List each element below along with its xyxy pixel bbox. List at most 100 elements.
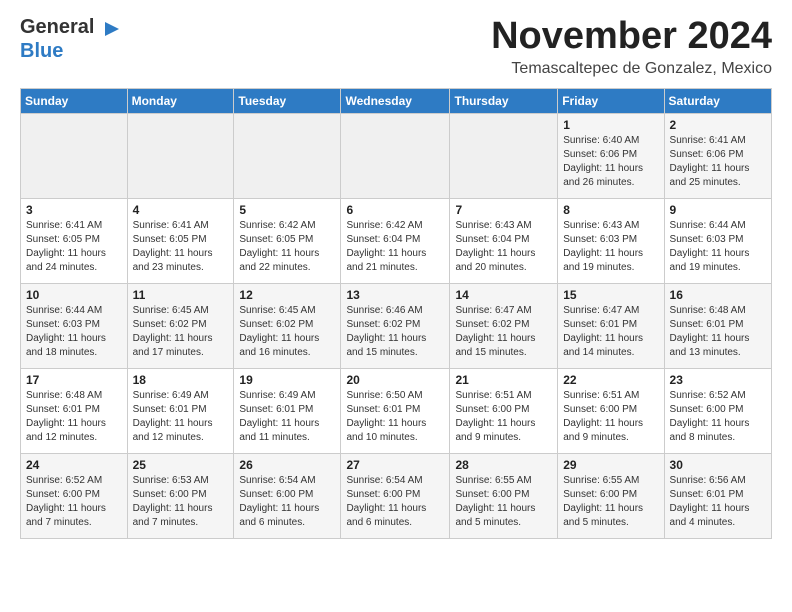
day-cell-4-3: 27Sunrise: 6:54 AMSunset: 6:00 PMDayligh… [341, 453, 450, 538]
header-thursday: Thursday [450, 88, 558, 113]
day-number: 30 [670, 458, 766, 472]
day-number: 29 [563, 458, 658, 472]
title-block: November 2024 Temascaltepec de Gonzalez,… [491, 16, 772, 78]
day-info: Sunrise: 6:48 AMSunset: 6:01 PMDaylight:… [26, 389, 122, 445]
day-number: 22 [563, 373, 658, 387]
day-number: 2 [670, 118, 766, 132]
day-cell-4-5: 29 Sunrise: 6:55 AMSunset: 6:00 PMDayligh… [558, 453, 664, 538]
week-row-2: 3 Sunrise: 6:41 AMSunset: 6:05 PMDaylight… [21, 198, 772, 283]
day-info: Sunrise: 6:52 AMSunset: 6:00 PMDaylight:… [670, 389, 766, 445]
day-info: Sunrise: 6:55 AMSunset: 6:00 PMDaylight:… [563, 474, 658, 530]
day-number: 3 [26, 203, 122, 217]
day-number: 17 [26, 373, 122, 387]
location: Temascaltepec de Gonzalez, Mexico [491, 60, 772, 78]
day-info: Sunrise: 6:47 AMSunset: 6:02 PMDaylight:… [455, 304, 552, 360]
day-number: 13 [346, 288, 444, 302]
day-info: Sunrise: 6:49 AMSunset: 6:01 PMDaylight:… [133, 389, 229, 445]
day-cell-4-6: 30 Sunrise: 6:56 AMSunset: 6:01 PMDayligh… [664, 453, 771, 538]
day-info: Sunrise: 6:41 AMSunset: 6:05 PMDaylight:… [26, 219, 122, 275]
week-row-4: 17 Sunrise: 6:48 AMSunset: 6:01 PMDayligh… [21, 368, 772, 453]
day-info: Sunrise: 6:44 AMSunset: 6:03 PMDaylight:… [670, 219, 766, 275]
day-cell-1-5: 8Sunrise: 6:43 AMSunset: 6:03 PMDaylight… [558, 198, 664, 283]
day-cell-0-6: 2Sunrise: 6:41 AMSunset: 6:06 PMDaylight… [664, 113, 771, 198]
day-info: Sunrise: 6:53 AMSunset: 6:00 PMDaylight:… [133, 474, 229, 530]
header: General Blue November 2024 Temascaltepec… [20, 16, 772, 78]
day-number: 21 [455, 373, 552, 387]
logo-blue: Blue [20, 40, 63, 62]
day-number: 7 [455, 203, 552, 217]
day-cell-0-0 [21, 113, 128, 198]
day-info: Sunrise: 6:42 AMSunset: 6:04 PMDaylight:… [346, 219, 444, 275]
day-info: Sunrise: 6:47 AMSunset: 6:01 PMDaylight:… [563, 304, 658, 360]
day-info: Sunrise: 6:46 AMSunset: 6:02 PMDaylight:… [346, 304, 444, 360]
day-info: Sunrise: 6:41 AMSunset: 6:05 PMDaylight:… [133, 219, 229, 275]
day-number: 1 [563, 118, 658, 132]
day-cell-3-5: 22 Sunrise: 6:51 AMSunset: 6:00 PMDayligh… [558, 368, 664, 453]
day-cell-3-1: 18 Sunrise: 6:49 AMSunset: 6:01 PMDayligh… [127, 368, 234, 453]
day-cell-1-2: 5Sunrise: 6:42 AMSunset: 6:05 PMDaylight… [234, 198, 341, 283]
day-cell-0-2 [234, 113, 341, 198]
month-title: November 2024 [491, 16, 772, 58]
logo-general: General [20, 16, 94, 38]
day-cell-3-3: 20 Sunrise: 6:50 AMSunset: 6:01 PMDayligh… [341, 368, 450, 453]
day-info: Sunrise: 6:51 AMSunset: 6:00 PMDaylight:… [455, 389, 552, 445]
day-number: 11 [133, 288, 229, 302]
day-number: 16 [670, 288, 766, 302]
day-cell-0-5: 1 Sunrise: 6:40 AMSunset: 6:06 PMDaylight… [558, 113, 664, 198]
header-tuesday: Tuesday [234, 88, 341, 113]
day-info: Sunrise: 6:45 AMSunset: 6:02 PMDaylight:… [239, 304, 335, 360]
day-info: Sunrise: 6:45 AMSunset: 6:02 PMDaylight:… [133, 304, 229, 360]
day-cell-2-6: 16 Sunrise: 6:48 AMSunset: 6:01 PMDayligh… [664, 283, 771, 368]
day-cell-1-1: 4Sunrise: 6:41 AMSunset: 6:05 PMDaylight… [127, 198, 234, 283]
page: General Blue November 2024 Temascaltepec… [0, 0, 792, 555]
header-saturday: Saturday [664, 88, 771, 113]
day-info: Sunrise: 6:40 AMSunset: 6:06 PMDaylight:… [563, 134, 658, 190]
day-cell-4-4: 28Sunrise: 6:55 AMSunset: 6:00 PMDayligh… [450, 453, 558, 538]
week-row-5: 24 Sunrise: 6:52 AMSunset: 6:00 PMDayligh… [21, 453, 772, 538]
header-wednesday: Wednesday [341, 88, 450, 113]
day-number: 9 [670, 203, 766, 217]
calendar: Sunday Monday Tuesday Wednesday Thursday… [20, 88, 772, 539]
day-info: Sunrise: 6:44 AMSunset: 6:03 PMDaylight:… [26, 304, 122, 360]
day-cell-2-2: 12 Sunrise: 6:45 AMSunset: 6:02 PMDayligh… [234, 283, 341, 368]
day-info: Sunrise: 6:55 AMSunset: 6:00 PMDaylight:… [455, 474, 552, 530]
day-cell-3-4: 21 Sunrise: 6:51 AMSunset: 6:00 PMDayligh… [450, 368, 558, 453]
day-info: Sunrise: 6:48 AMSunset: 6:01 PMDaylight:… [670, 304, 766, 360]
day-number: 26 [239, 458, 335, 472]
day-info: Sunrise: 6:54 AMSunset: 6:00 PMDaylight:… [239, 474, 335, 530]
day-info: Sunrise: 6:52 AMSunset: 6:00 PMDaylight:… [26, 474, 122, 530]
day-cell-3-6: 23 Sunrise: 6:52 AMSunset: 6:00 PMDayligh… [664, 368, 771, 453]
day-info: Sunrise: 6:42 AMSunset: 6:05 PMDaylight:… [239, 219, 335, 275]
day-cell-1-4: 7Sunrise: 6:43 AMSunset: 6:04 PMDaylight… [450, 198, 558, 283]
day-number: 14 [455, 288, 552, 302]
day-cell-2-1: 11 Sunrise: 6:45 AMSunset: 6:02 PMDayligh… [127, 283, 234, 368]
weekday-header-row: Sunday Monday Tuesday Wednesday Thursday… [21, 88, 772, 113]
day-number: 12 [239, 288, 335, 302]
day-number: 25 [133, 458, 229, 472]
day-cell-2-5: 15 Sunrise: 6:47 AMSunset: 6:01 PMDayligh… [558, 283, 664, 368]
day-info: Sunrise: 6:50 AMSunset: 6:01 PMDaylight:… [346, 389, 444, 445]
day-number: 19 [239, 373, 335, 387]
day-number: 27 [346, 458, 444, 472]
day-cell-0-3 [341, 113, 450, 198]
day-info: Sunrise: 6:56 AMSunset: 6:01 PMDaylight:… [670, 474, 766, 530]
day-number: 15 [563, 288, 658, 302]
day-cell-3-2: 19 Sunrise: 6:49 AMSunset: 6:01 PMDayligh… [234, 368, 341, 453]
logo-icon [101, 18, 123, 40]
day-number: 24 [26, 458, 122, 472]
day-cell-1-6: 9 Sunrise: 6:44 AMSunset: 6:03 PMDaylight… [664, 198, 771, 283]
day-info: Sunrise: 6:51 AMSunset: 6:00 PMDaylight:… [563, 389, 658, 445]
day-info: Sunrise: 6:49 AMSunset: 6:01 PMDaylight:… [239, 389, 335, 445]
day-number: 20 [346, 373, 444, 387]
day-cell-1-0: 3 Sunrise: 6:41 AMSunset: 6:05 PMDaylight… [21, 198, 128, 283]
day-number: 10 [26, 288, 122, 302]
day-number: 23 [670, 373, 766, 387]
day-cell-0-1 [127, 113, 234, 198]
header-sunday: Sunday [21, 88, 128, 113]
day-number: 8 [563, 203, 658, 217]
day-cell-2-0: 10 Sunrise: 6:44 AMSunset: 6:03 PMDayligh… [21, 283, 128, 368]
day-cell-0-4 [450, 113, 558, 198]
day-cell-3-0: 17 Sunrise: 6:48 AMSunset: 6:01 PMDayligh… [21, 368, 128, 453]
day-number: 18 [133, 373, 229, 387]
day-cell-4-2: 26 Sunrise: 6:54 AMSunset: 6:00 PMDayligh… [234, 453, 341, 538]
